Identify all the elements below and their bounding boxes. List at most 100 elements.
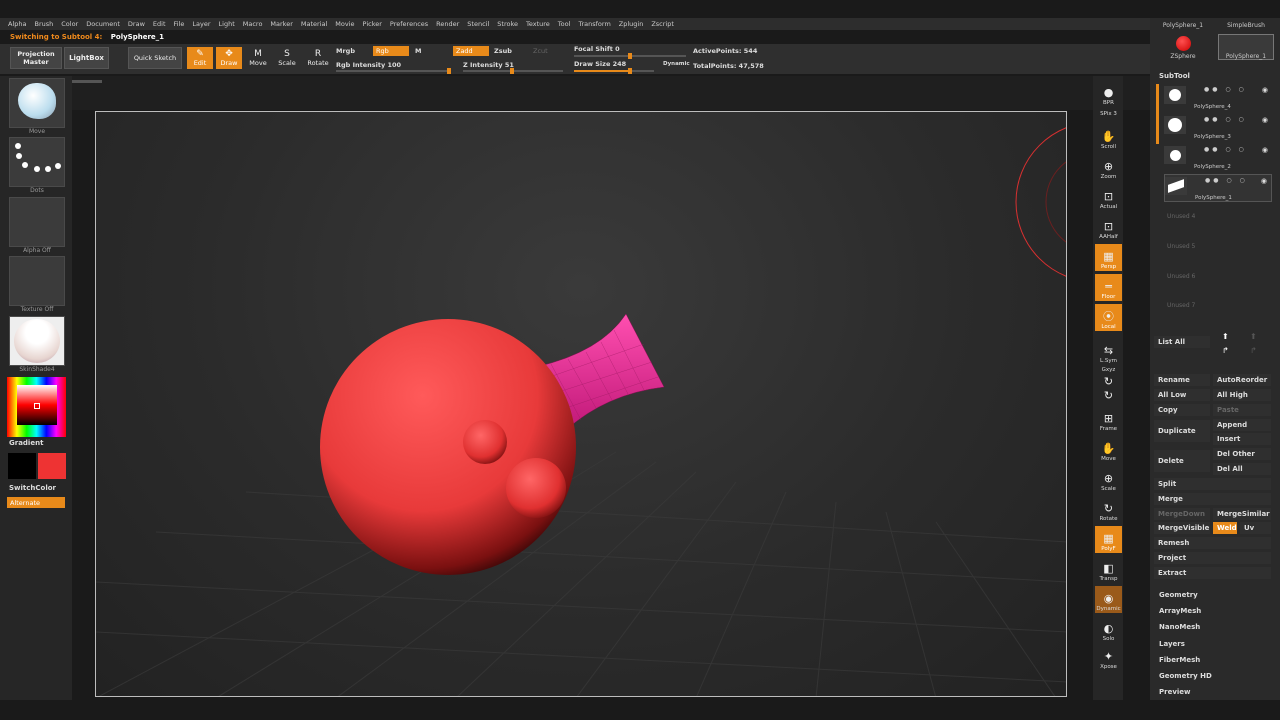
section-preview[interactable]: Preview [1159,688,1191,696]
rotate-button[interactable]: R Rotate [305,47,331,69]
m-toggle[interactable]: M [415,47,421,55]
zadd-toggle[interactable]: Zadd [453,46,489,56]
delete-button[interactable]: Delete [1154,450,1210,472]
eye-icon[interactable]: ◉ [1262,116,1268,124]
rail-floor-button[interactable]: ═ Floor [1095,274,1122,301]
rgb-toggle[interactable]: Rgb [373,46,409,56]
rail-frame-button[interactable]: ⊞ Frame [1095,406,1122,433]
append-button[interactable]: Append [1213,419,1271,431]
autoreorder-button[interactable]: AutoReorder [1213,374,1271,386]
menu-item-tool[interactable]: Tool [558,20,571,28]
subtool-row[interactable]: ●● ○ ○ ◉ PolySphere_4 [1164,84,1272,112]
viewport-canvas[interactable] [95,111,1067,697]
document-scroll-indicator[interactable] [72,80,102,83]
material-tile[interactable] [9,316,65,366]
rail-rail-12-button[interactable]: ↻ [1095,389,1122,404]
projection-master-button[interactable]: Projection Master [10,47,62,69]
menu-item-macro[interactable]: Macro [243,20,263,28]
eye-icon[interactable]: ◉ [1261,177,1267,185]
insert-button[interactable]: Insert [1213,433,1271,445]
menu-item-render[interactable]: Render [436,20,459,28]
z-intensity-knob[interactable] [510,68,514,74]
section-geometry-hd[interactable]: Geometry HD [1159,672,1212,680]
gradient-label[interactable]: Gradient [9,439,43,447]
brush-tile[interactable] [9,78,65,128]
arrow-corner-icon[interactable]: ↱ [1222,346,1229,355]
lightbox-button[interactable]: LightBox [64,47,109,69]
menu-item-brush[interactable]: Brush [34,20,53,28]
rail-dynamic-button[interactable]: ◉ Dynamic [1095,586,1122,613]
menu-item-file[interactable]: File [174,20,185,28]
arrow-down-icon[interactable]: ⬆ [1250,332,1257,341]
section-geometry[interactable]: Geometry [1159,591,1198,599]
menu-item-document[interactable]: Document [86,20,120,28]
subtool-toggles[interactable]: ●● ○ ○ [1204,146,1247,153]
menu-item-draw[interactable]: Draw [128,20,145,28]
menu-item-layer[interactable]: Layer [192,20,210,28]
subtool-scrollbar[interactable] [1156,84,1159,144]
menu-item-color[interactable]: Color [61,20,78,28]
extract-button[interactable]: Extract [1154,567,1271,579]
rail-rotate-button[interactable]: ↻ Rotate [1095,496,1122,523]
draw-size-slider[interactable] [574,68,654,74]
merge-button[interactable]: Merge [1154,493,1271,505]
copy-button[interactable]: Copy [1154,404,1210,416]
uv-toggle[interactable]: Uv [1240,522,1271,534]
move-button[interactable]: M Move [246,47,270,69]
rail-bpr-button[interactable]: ● BPR [1095,80,1122,107]
subtool-toggles[interactable]: ●● ○ ○ [1204,116,1247,123]
tool-thumb-simplebrush[interactable]: SimpleBrush [1216,22,1276,29]
alternate-button[interactable]: Alternate [7,497,65,508]
menu-item-movie[interactable]: Movie [335,20,354,28]
subtool-toggles[interactable]: ●● ○ ○ [1204,86,1247,93]
secondary-color-swatch[interactable] [8,453,36,479]
rail-aahalf-button[interactable]: ⊡ AAHalf [1095,214,1122,241]
mergesimilar-button[interactable]: MergeSimilar [1213,508,1271,520]
duplicate-button[interactable]: Duplicate [1154,420,1210,442]
rgb-intensity-knob[interactable] [447,68,451,74]
remesh-button[interactable]: Remesh [1154,537,1271,549]
subtool-row[interactable]: ●● ○ ○ ◉ PolySphere_3 [1164,114,1272,142]
edit-button[interactable]: ✎ Edit [187,47,213,69]
mergedown-button[interactable]: MergeDown [1154,508,1210,520]
rail-solo-button[interactable]: ◐ Solo [1095,616,1122,643]
focal-shift-slider[interactable] [574,53,686,59]
rail-spix-3-button[interactable]: SPix 3 [1095,106,1122,118]
scale-button[interactable]: S Scale [275,47,299,69]
split-button[interactable]: Split [1154,478,1271,490]
rail-transp-button[interactable]: ◧ Transp [1095,556,1122,583]
weld-toggle[interactable]: Weld [1213,522,1237,534]
subtool-toggles[interactable]: ●● ○ ○ [1205,177,1248,184]
mrgb-toggle[interactable]: Mrgb [336,47,355,55]
project-button[interactable]: Project [1154,552,1271,564]
section-arraymesh[interactable]: ArrayMesh [1159,607,1201,615]
rail-l-sym-button[interactable]: ⇆ L.Sym [1095,338,1122,365]
section-layers[interactable]: Layers [1159,640,1185,648]
arrow-corner-dim-icon[interactable]: ↱ [1250,346,1257,355]
switch-color-button[interactable]: SwitchColor [9,484,56,492]
section-nanomesh[interactable]: NanoMesh [1159,623,1200,631]
paste-button[interactable]: Paste [1213,404,1271,416]
menu-item-light[interactable]: Light [219,20,235,28]
all-low-button[interactable]: All Low [1154,389,1210,401]
color-picker[interactable] [7,377,66,437]
eye-icon[interactable]: ◉ [1262,86,1268,94]
rail-scale-button[interactable]: ⊕ Scale [1095,466,1122,493]
menu-item-edit[interactable]: Edit [153,20,166,28]
menu-item-zscript[interactable]: Zscript [651,20,674,28]
alpha-tile[interactable] [9,197,65,247]
menu-item-marker[interactable]: Marker [270,20,292,28]
subtool-row[interactable]: ●● ○ ○ ◉ PolySphere_2 [1164,144,1272,172]
rgb-intensity-slider[interactable] [336,68,451,74]
rail-move-button[interactable]: ✋ Move [1095,436,1122,463]
arrow-up-icon[interactable]: ⬆ [1222,332,1229,341]
menu-item-zplugin[interactable]: Zplugin [619,20,644,28]
rail-rail-11-button[interactable]: ↻ [1095,375,1122,390]
zcut-toggle[interactable]: Zcut [530,46,560,56]
del-other-button[interactable]: Del Other [1213,448,1271,460]
rail-persp-button[interactable]: ▦ Persp [1095,244,1122,271]
rail-zoom-button[interactable]: ⊕ Zoom [1095,154,1122,181]
menu-item-alpha[interactable]: Alpha [8,20,26,28]
rail-scroll-button[interactable]: ✋ Scroll [1095,124,1122,151]
color-picker-cursor[interactable] [34,403,40,409]
